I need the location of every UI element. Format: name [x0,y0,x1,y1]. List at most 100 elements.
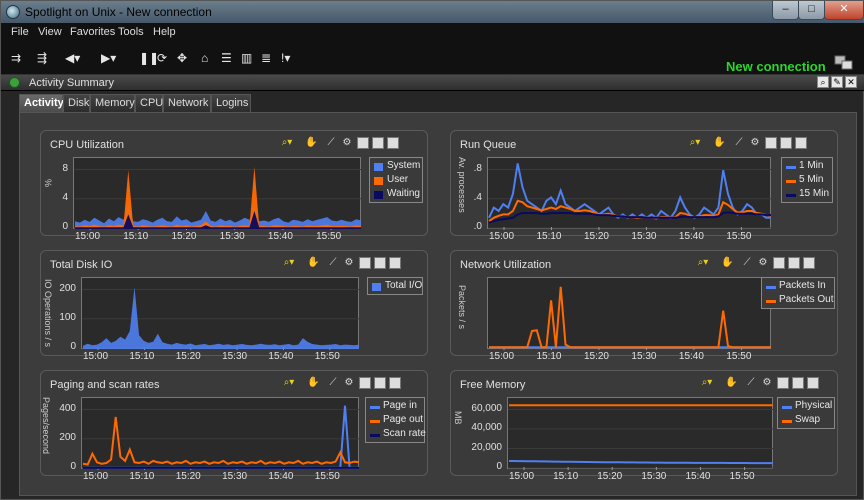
menu-help[interactable]: Help [153,26,176,38]
window-icon[interactable] [773,257,785,269]
pan-icon[interactable]: ✋ [713,137,725,149]
copy-icon[interactable] [795,137,807,149]
pin-icon[interactable]: ✎ [831,76,843,88]
tab-cpu[interactable]: CPU [135,94,163,112]
tab-memory[interactable]: Memory [90,94,135,112]
alarm-icon[interactable]: !▾ [281,51,290,65]
title-bar[interactable]: Spotlight on Unix - New connection – □ ✕ [1,1,864,23]
zoom-icon[interactable]: ⌕ [817,76,829,88]
runq-series-1-min [488,163,771,220]
save-icon[interactable] [792,377,804,389]
tab-logins[interactable]: Logins [211,94,251,112]
minimize-button[interactable]: – [772,1,799,20]
save-icon[interactable] [780,137,792,149]
disconnect-icon[interactable]: ⇶ [37,51,47,65]
runq-x-tick-label: 15:40 [678,231,704,242]
net-x-tick-label: 15:10 [536,351,562,362]
chart-type-icon[interactable]: ⟋ [327,257,339,269]
connection-status-icon[interactable] [834,55,854,71]
mem-x-tick-label: 15:50 [729,471,755,482]
net-x-tick-label: 15:30 [631,351,657,362]
diskio-chart-svg [82,287,360,350]
toolbar: ⇉ ⇶ ◀▾ ▶▾ ❚❚ ⟳ ✥ ⌂ ☰ ▥ ≣ !▾ New connecti… [1,41,864,75]
window-icon[interactable] [765,137,777,149]
paging-y-tick-label: 200 [59,431,76,443]
zoom-icon[interactable]: ⌕▾ [697,257,709,269]
paging-plot-area[interactable] [81,397,360,470]
app-window: Spotlight on Unix - New connection – □ ✕… [0,0,864,500]
diskio-chart-title: Total Disk IO [50,259,113,271]
runq-plot-area[interactable] [487,157,772,230]
tab-network[interactable]: Network [163,94,211,112]
copy-icon[interactable] [807,377,819,389]
legend-label: Waiting [387,188,420,199]
menu-favorites[interactable]: Favorites [70,26,115,38]
options-icon[interactable]: ⚙ [343,377,355,389]
runq-panel: Run Queue ⌕▾ ✋ ⟋ ⚙ Av. processes .0 .4 .8 15:00 15… [450,130,838,242]
back-icon[interactable]: ◀▾ [65,51,80,65]
window-icon[interactable] [359,257,371,269]
forward-icon[interactable]: ▶▾ [101,51,116,65]
zoom-icon[interactable]: ⌕▾ [281,137,293,149]
database-icon[interactable]: ≣ [261,51,271,65]
chart-type-icon[interactable]: ⟋ [745,377,757,389]
home-icon[interactable]: ⌂ [201,51,208,65]
connect-icon[interactable]: ⇉ [11,51,21,65]
diskio-plot-area[interactable] [81,277,360,350]
chart-type-icon[interactable]: ⟋ [741,257,753,269]
options-icon[interactable]: ⚙ [749,137,761,149]
maximize-button[interactable]: □ [798,1,825,20]
copy-icon[interactable] [803,257,815,269]
navigate-icon[interactable]: ✥ [177,51,187,65]
menu-tools[interactable]: Tools [118,26,144,38]
list-icon[interactable]: ☰ [221,51,232,65]
options-icon[interactable]: ⚙ [757,257,769,269]
options-icon[interactable]: ⚙ [343,257,355,269]
mem-chart-svg [508,404,774,470]
paging-x-tick-label: 15:30 [222,471,248,482]
window-icon[interactable] [777,377,789,389]
chart-type-icon[interactable]: ⟋ [733,137,745,149]
refresh-icon[interactable]: ⟳ [157,51,167,65]
diskio-x-tick-label: 15:10 [129,351,155,362]
pan-icon[interactable]: ✋ [721,257,733,269]
pan-icon[interactable]: ✋ [307,377,319,389]
options-icon[interactable]: ⚙ [341,137,353,149]
close-button[interactable]: ✕ [824,1,864,20]
runq-y-tick-label: .4 [473,191,482,203]
net-plot-area[interactable] [487,277,771,350]
copy-icon[interactable] [389,377,401,389]
chart-icon[interactable]: ▥ [241,51,252,65]
pan-icon[interactable]: ✋ [307,257,319,269]
window-icon[interactable] [357,137,369,149]
menu-file[interactable]: File [11,26,29,38]
paging-x-tick-label: 15:20 [175,471,201,482]
cpu-plot-area[interactable] [73,157,362,230]
menu-view[interactable]: View [38,26,62,38]
save-icon[interactable] [374,377,386,389]
tab-disk[interactable]: Disk [63,94,90,112]
cpu-chart-title: CPU Utilization [50,139,124,151]
options-icon[interactable]: ⚙ [761,377,773,389]
mem-plot-area[interactable] [507,397,774,470]
save-icon[interactable] [374,257,386,269]
chart-type-icon[interactable]: ⟋ [327,377,339,389]
window-icon[interactable] [359,377,371,389]
pan-icon[interactable]: ✋ [305,137,317,149]
zoom-icon[interactable]: ⌕▾ [701,377,713,389]
zoom-icon[interactable]: ⌕▾ [689,137,701,149]
save-icon[interactable] [372,137,384,149]
chart-type-icon[interactable]: ⟋ [325,137,337,149]
mem-legend: Physical Swap [777,397,835,429]
zoom-icon[interactable]: ⌕▾ [283,257,295,269]
mem-x-tick-label: 15:10 [553,471,579,482]
legend-swatch [786,194,796,197]
copy-icon[interactable] [387,137,399,149]
copy-icon[interactable] [389,257,401,269]
legend-label: Page in [383,400,417,411]
zoom-icon[interactable]: ⌕▾ [283,377,295,389]
close-panel-icon[interactable]: ✕ [845,76,857,88]
pan-icon[interactable]: ✋ [725,377,737,389]
tab-activity[interactable]: Activity [19,94,64,112]
save-icon[interactable] [788,257,800,269]
